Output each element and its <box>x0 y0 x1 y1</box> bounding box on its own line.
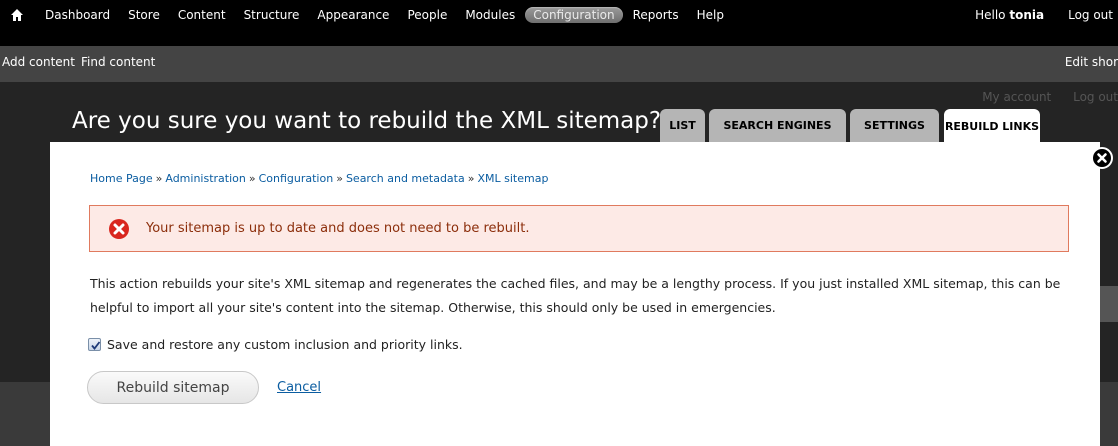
cancel-link[interactable]: Cancel <box>277 380 321 395</box>
toolbar-menu: Dashboard Store Content Structure Appear… <box>37 0 734 30</box>
menu-item-appearance[interactable]: Appearance <box>309 7 397 23</box>
tab-list[interactable]: LIST <box>660 109 705 142</box>
bg-logout-link: Log out <box>1073 90 1118 104</box>
close-overlay-icon[interactable] <box>1091 147 1113 169</box>
breadcrumb-xml-sitemap[interactable]: XML sitemap <box>477 172 548 185</box>
breadcrumb-configuration[interactable]: Configuration <box>259 172 334 185</box>
breadcrumb-search-metadata[interactable]: Search and metadata <box>346 172 465 185</box>
breadcrumb-separator: » <box>467 172 475 185</box>
menu-item-dashboard[interactable]: Dashboard <box>37 7 118 23</box>
description-text: This action rebuilds your site's XML sit… <box>90 276 1061 315</box>
breadcrumb-administration[interactable]: Administration <box>165 172 246 185</box>
error-message: Your sitemap is up to date and does not … <box>89 205 1069 252</box>
logout-link[interactable]: Log out <box>1068 8 1113 22</box>
menu-item-reports[interactable]: Reports <box>625 7 687 23</box>
username-link[interactable]: tonia <box>1009 8 1044 22</box>
menu-item-structure[interactable]: Structure <box>236 7 308 23</box>
shortcuts-bar: Add content Find content Edit shor <box>0 46 1118 82</box>
breadcrumb-home[interactable]: Home Page <box>90 172 153 185</box>
toolbar-menu-bar: Dashboard Store Content Structure Appear… <box>0 0 1118 30</box>
user-greeting: Hello tonia <box>975 8 1044 22</box>
background-user-links: My account Log out <box>964 90 1118 104</box>
admin-toolbar: Dashboard Store Content Structure Appear… <box>0 0 1118 46</box>
menu-item-configuration[interactable]: Configuration <box>525 7 623 23</box>
breadcrumb-separator: » <box>248 172 256 185</box>
checkbox-label[interactable]: Save and restore any custom inclusion an… <box>107 337 463 352</box>
bg-my-account-link: My account <box>982 90 1052 104</box>
menu-item-content[interactable]: Content <box>170 7 234 23</box>
user-area: Hello tonia Log out <box>975 0 1118 30</box>
tab-settings[interactable]: SETTINGS <box>850 109 939 142</box>
error-icon <box>108 218 130 240</box>
breadcrumb-separator: » <box>336 172 343 185</box>
overlay-dialog: Home Page» Administration» Configuration» S… <box>50 142 1100 446</box>
error-text: Your sitemap is up to date and does not … <box>146 221 530 236</box>
greeting-prefix: Hello <box>975 8 1006 22</box>
menu-item-store[interactable]: Store <box>120 7 168 23</box>
tab-rebuild-links[interactable]: REBUILD LINKS <box>944 109 1040 143</box>
menu-item-modules[interactable]: Modules <box>457 7 523 23</box>
breadcrumb: Home Page» Administration» Configuration» S… <box>90 172 548 185</box>
checkbox-row: Save and restore any custom inclusion an… <box>88 337 463 352</box>
menu-item-people[interactable]: People <box>399 7 455 23</box>
breadcrumb-separator: » <box>155 172 163 185</box>
shortcut-add-content[interactable]: Add content <box>2 55 75 69</box>
save-restore-checkbox[interactable] <box>88 338 101 351</box>
shortcut-find-content[interactable]: Find content <box>81 55 155 69</box>
tab-search-engines[interactable]: SEARCH ENGINES <box>709 109 846 142</box>
overlay-title: Are you sure you want to rebuild the XML… <box>72 108 662 134</box>
rebuild-sitemap-button[interactable]: Rebuild sitemap <box>87 371 259 404</box>
menu-item-help[interactable]: Help <box>689 7 732 23</box>
home-icon[interactable] <box>10 8 24 22</box>
edit-shortcuts-link[interactable]: Edit shor <box>1065 55 1118 69</box>
